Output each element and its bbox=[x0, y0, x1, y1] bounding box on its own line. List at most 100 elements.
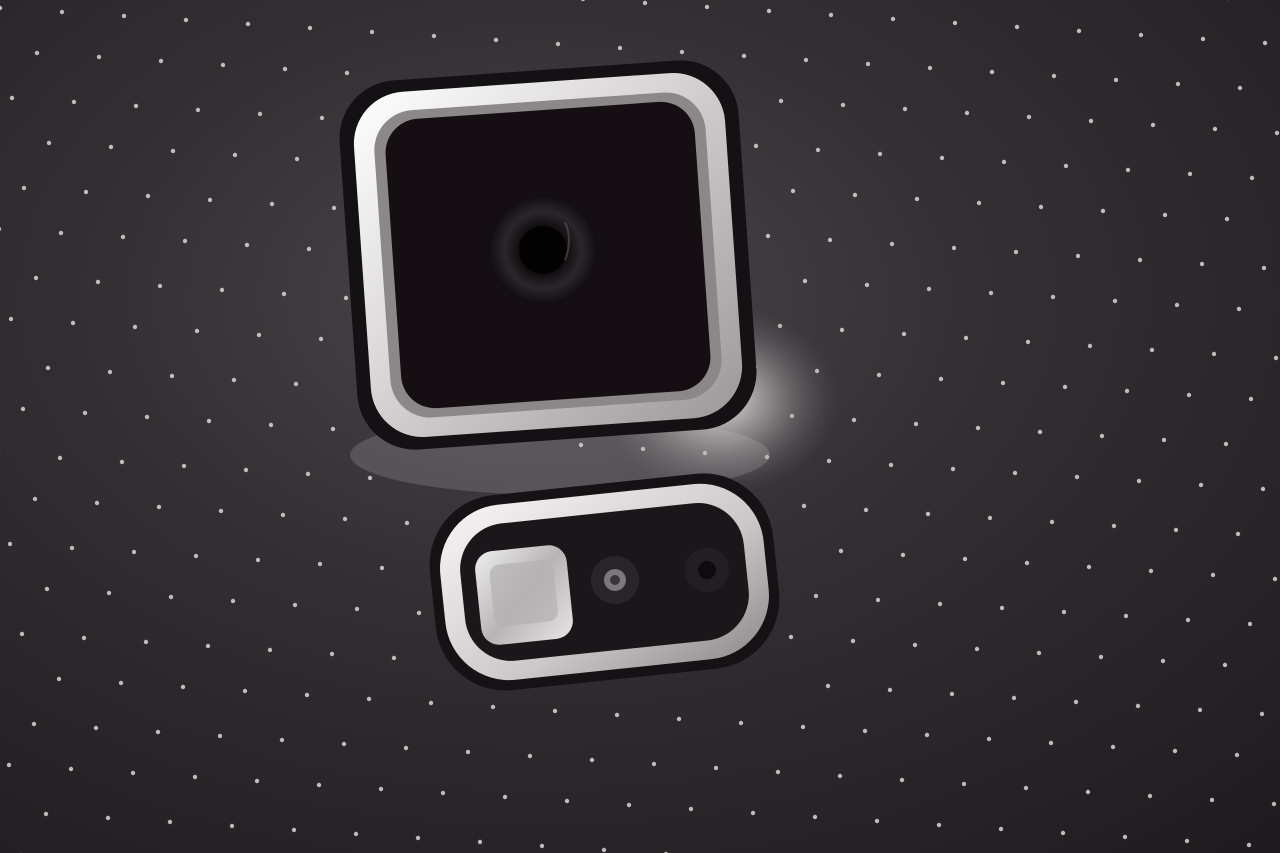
perforation-dot bbox=[939, 155, 945, 161]
perforation-dot bbox=[243, 467, 249, 473]
perforation-dot bbox=[143, 639, 149, 645]
perforation-dot bbox=[21, 185, 27, 191]
perforation-dot bbox=[404, 520, 410, 526]
perforation-dot bbox=[888, 462, 894, 468]
perforation-dot bbox=[1161, 437, 1167, 443]
perforation-dot bbox=[282, 66, 288, 72]
perforation-dot bbox=[431, 33, 437, 39]
perforation-dot bbox=[1147, 793, 1153, 799]
perforation-dot bbox=[95, 279, 101, 285]
perforation-dot bbox=[106, 590, 112, 596]
perforation-dot bbox=[989, 69, 995, 75]
perforation-dot bbox=[1160, 658, 1166, 664]
perforation-dot bbox=[107, 369, 113, 375]
perforation-dot bbox=[144, 414, 150, 420]
perforation-dot bbox=[1051, 73, 1057, 79]
perforation-dot bbox=[220, 62, 226, 68]
perforation-dot bbox=[539, 843, 545, 849]
perforation-dot bbox=[343, 295, 349, 301]
perforation-dot bbox=[1085, 789, 1091, 795]
perforation-dot bbox=[1209, 797, 1215, 803]
perforation-dot bbox=[344, 70, 350, 76]
perforation-dot bbox=[193, 553, 199, 559]
perforation-dot bbox=[1223, 441, 1229, 447]
perforation-dot bbox=[1011, 695, 1017, 701]
perforation-dot bbox=[20, 406, 26, 412]
perforation-dot bbox=[206, 418, 212, 424]
perforation-dot bbox=[68, 766, 74, 772]
perforation-dot bbox=[58, 230, 64, 236]
perforation-dot bbox=[490, 704, 496, 710]
perforation-dot bbox=[207, 197, 213, 203]
perforation-dot bbox=[1037, 429, 1043, 435]
perforation-dot bbox=[926, 286, 932, 292]
perforation-dot bbox=[1049, 519, 1055, 525]
perforation-dot bbox=[813, 593, 819, 599]
perforation-dot bbox=[7, 541, 13, 547]
perforation-dot bbox=[416, 610, 422, 616]
perforation-dot bbox=[158, 58, 164, 64]
perforation-dot bbox=[1112, 298, 1118, 304]
perforation-dot bbox=[800, 724, 806, 730]
perforation-dot bbox=[986, 736, 992, 742]
perforation-dot bbox=[527, 753, 533, 759]
perforation-dot bbox=[331, 205, 337, 211]
perforation-dot bbox=[988, 290, 994, 296]
perforation-dot bbox=[205, 643, 211, 649]
perforation-dot bbox=[936, 822, 942, 828]
perforation-dot bbox=[688, 806, 694, 812]
perforation-dot bbox=[1061, 609, 1067, 615]
perforation-dot bbox=[391, 655, 397, 661]
perforation-dot bbox=[964, 110, 970, 116]
perforation-dot bbox=[108, 144, 114, 150]
perforation-dot bbox=[1274, 130, 1280, 136]
perforation-dot bbox=[428, 700, 434, 706]
perforation-dot bbox=[1272, 576, 1278, 582]
perforation-dot bbox=[826, 458, 832, 464]
perforation-dot bbox=[96, 54, 102, 60]
perforation-dot bbox=[1210, 572, 1216, 578]
camera-closeup-photo bbox=[0, 0, 1280, 853]
perforation-dot bbox=[877, 151, 883, 157]
perforation-dot bbox=[156, 504, 162, 510]
perforation-dot bbox=[8, 316, 14, 322]
perforation-dot bbox=[914, 196, 920, 202]
perforation-dot bbox=[305, 471, 311, 477]
perforation-dot bbox=[827, 237, 833, 243]
perforation-dot bbox=[1110, 744, 1116, 750]
perforation-dot bbox=[292, 602, 298, 608]
perforation-dot bbox=[1014, 24, 1020, 30]
perforation-dot bbox=[46, 140, 52, 146]
perforation-dot bbox=[765, 233, 771, 239]
perforation-dot bbox=[1186, 392, 1192, 398]
perforation-dot bbox=[71, 99, 77, 105]
perforation-dot bbox=[1262, 40, 1268, 46]
perforation-dot bbox=[1261, 265, 1267, 271]
perforation-dot bbox=[319, 115, 325, 121]
perforation-dot bbox=[775, 769, 781, 775]
perforation-dot bbox=[119, 459, 125, 465]
perforation-dot bbox=[1162, 212, 1168, 218]
perforation-dot bbox=[951, 245, 957, 251]
perforation-dot bbox=[890, 16, 896, 22]
perforation-dot bbox=[801, 503, 807, 509]
perforation-dot bbox=[864, 282, 870, 288]
perforation-dot bbox=[963, 335, 969, 341]
perforation-dot bbox=[887, 687, 893, 693]
perforation-dot bbox=[181, 463, 187, 469]
perforation-dot bbox=[900, 552, 906, 558]
perforation-dot bbox=[31, 721, 37, 727]
perforation-dot bbox=[1273, 355, 1279, 361]
perforation-dot bbox=[601, 847, 607, 853]
perforation-dot bbox=[69, 545, 75, 551]
perforation-dot bbox=[839, 327, 845, 333]
perforation-dot bbox=[280, 512, 286, 518]
perforation-dot bbox=[614, 712, 620, 718]
perforation-dot bbox=[975, 425, 981, 431]
perforation-dot bbox=[952, 20, 958, 26]
perforation-dot bbox=[183, 17, 189, 23]
perforation-dot bbox=[938, 376, 944, 382]
perforation-dot bbox=[865, 61, 871, 67]
perforation-dot bbox=[316, 782, 322, 788]
perforation-dot bbox=[1222, 662, 1228, 668]
